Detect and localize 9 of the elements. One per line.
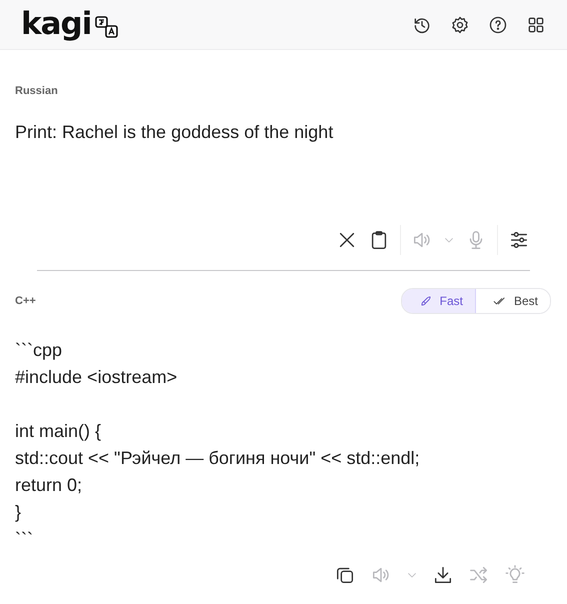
download-icon[interactable] [432, 564, 454, 586]
kagi-logo[interactable]: kagi [21, 9, 92, 40]
mode-tab[interactable]: Fast [402, 289, 476, 313]
translate-icon [95, 16, 120, 38]
target-language[interactable]: C++ [15, 295, 36, 307]
source-language[interactable]: Russian [15, 85, 552, 97]
sliders-icon[interactable] [508, 229, 530, 251]
source-text[interactable]: Print: Rachel is the goddess of the night [15, 122, 552, 222]
translation-text: ```cpp #include <iostream> int main() { std::cout << "Рэйчел — богиня ночи" << std::endl; return 0; } ``` [15, 339, 421, 551]
